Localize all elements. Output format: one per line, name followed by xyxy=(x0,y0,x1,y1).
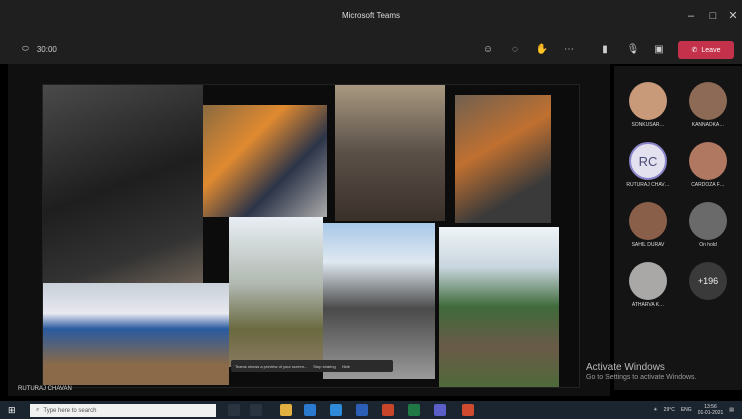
more-icon[interactable]: ⋯ xyxy=(562,43,576,57)
team-meeting-photo xyxy=(335,85,445,221)
avatar xyxy=(689,142,727,180)
participant-gallery: SONKUSAR… KANNADKA… RC RUTURAJ CHAV… CAR… xyxy=(614,66,742,390)
maximize-button[interactable]: □ xyxy=(704,8,722,24)
watermark-title: Activate Windows xyxy=(586,362,665,373)
overflow-count: +196 xyxy=(697,276,719,286)
window-title: Microsoft Teams xyxy=(341,11,401,20)
widgets-icon[interactable] xyxy=(250,404,262,416)
participant-name: KANNADKA… xyxy=(691,122,725,128)
meeting-timer: ⬭ 30:00 xyxy=(22,44,57,54)
participant-tile[interactable]: ATHARVA K… xyxy=(620,262,676,308)
meeting-toolbar: ⬭ 30:00 ☺ ◌ ✋ ⋯ ▮ 🎙 ▣ xyxy=(0,36,742,64)
excel-icon[interactable] xyxy=(408,404,420,416)
avatar: +196 xyxy=(689,262,727,300)
minimize-button[interactable]: – xyxy=(682,8,700,24)
avatar xyxy=(629,202,667,240)
weather-icon: ☀ xyxy=(653,407,658,413)
atv-jump-photo xyxy=(229,217,323,367)
participant-name: ATHARVA K… xyxy=(631,302,665,308)
teams-icon[interactable] xyxy=(434,404,446,416)
participant-tile[interactable]: SAHIL DURAV xyxy=(620,202,676,248)
mud-track-photo xyxy=(439,227,559,387)
system-tray: ☀ 29°C ENG 13:56 01-01-2021 ▤ xyxy=(653,404,734,416)
mail-icon[interactable] xyxy=(304,404,316,416)
notification-icon[interactable]: ▤ xyxy=(729,407,734,413)
edge-icon[interactable] xyxy=(330,404,342,416)
racing-event-photo xyxy=(43,283,229,385)
word-icon[interactable] xyxy=(356,404,368,416)
shared-content xyxy=(42,84,580,388)
participant-tile[interactable]: SONKUSAR… xyxy=(620,82,676,128)
shield-icon: ⬭ xyxy=(22,44,29,53)
windows-taskbar: ⊞ ⌕ Type here to search ☀ 29°C ENG 13:56… xyxy=(0,401,742,419)
hide-button[interactable]: Hide xyxy=(342,364,350,369)
leave-button[interactable]: ✆ Leave xyxy=(678,41,734,59)
share-message: Teams shows a preview of your screen... xyxy=(235,363,308,369)
participant-tile[interactable]: RC RUTURAJ CHAV… xyxy=(620,142,676,188)
share-notification-bar: Teams shows a preview of your screen... … xyxy=(231,360,393,372)
participant-tile[interactable]: CARDOZA F… xyxy=(680,142,736,188)
chrome-icon[interactable] xyxy=(462,404,474,416)
leave-label: Leave xyxy=(701,46,721,54)
participant-name: RUTURAJ CHAV… xyxy=(626,182,670,188)
microphone-icon[interactable]: 🎙 xyxy=(626,43,640,57)
clock-date: 01-01-2021 xyxy=(697,410,724,416)
file-explorer-icon[interactable] xyxy=(280,404,292,416)
reactions-icon[interactable]: ✋ xyxy=(535,43,549,57)
participant-name: On hold xyxy=(699,242,717,248)
participant-tile[interactable]: KANNADKA… xyxy=(680,82,736,128)
watermark-subtitle: Go to Settings to activate Windows. xyxy=(586,374,697,381)
windows-start-icon[interactable]: ⊞ xyxy=(8,405,18,415)
title-bar: Microsoft Teams – □ ✕ xyxy=(0,0,742,36)
close-button[interactable]: ✕ xyxy=(724,8,742,24)
garage-photo xyxy=(455,95,551,223)
share-tray-icon[interactable]: ▣ xyxy=(652,43,666,57)
timer-text: 30:00 xyxy=(36,44,57,54)
language-indicator[interactable]: ENG xyxy=(681,407,692,413)
participant-name: SONKUSAR… xyxy=(631,122,665,128)
powerpoint-icon[interactable] xyxy=(382,404,394,416)
more-participants-tile[interactable]: +196 xyxy=(680,262,736,300)
search-placeholder: Type here to search xyxy=(43,407,97,414)
temperature: 29°C xyxy=(663,407,675,413)
taskbar-search-input[interactable]: ⌕ Type here to search xyxy=(30,404,216,417)
chat-icon[interactable]: ◌ xyxy=(508,43,522,57)
camera-icon[interactable]: ▮ xyxy=(598,43,612,57)
avatar xyxy=(629,262,667,300)
participant-tile[interactable]: On hold xyxy=(680,202,736,248)
welding-photo xyxy=(43,85,203,283)
clock[interactable]: 13:56 01-01-2021 xyxy=(698,404,724,416)
stop-sharing-button[interactable]: Stop sharing xyxy=(313,364,335,369)
avatar: RC xyxy=(629,142,667,180)
participant-name: CARDOZA F… xyxy=(691,182,725,188)
task-view-icon[interactable] xyxy=(228,404,240,416)
avatar xyxy=(689,82,727,120)
activation-watermark: Activate Windows Go to Settings to activ… xyxy=(586,362,697,381)
buggy-front-photo xyxy=(323,223,435,379)
participant-name: SAHIL DURAV xyxy=(631,242,665,248)
workshop-photo xyxy=(203,105,327,217)
presenter-name: RUTURAJ CHAVAN xyxy=(18,386,72,392)
phone-hangup-icon: ✆ xyxy=(691,47,698,54)
avatar xyxy=(689,202,727,240)
avatar xyxy=(629,82,667,120)
participants-icon[interactable]: ☺ xyxy=(481,43,495,57)
avatar-initials: RC xyxy=(638,153,658,169)
search-icon: ⌕ xyxy=(36,407,40,413)
